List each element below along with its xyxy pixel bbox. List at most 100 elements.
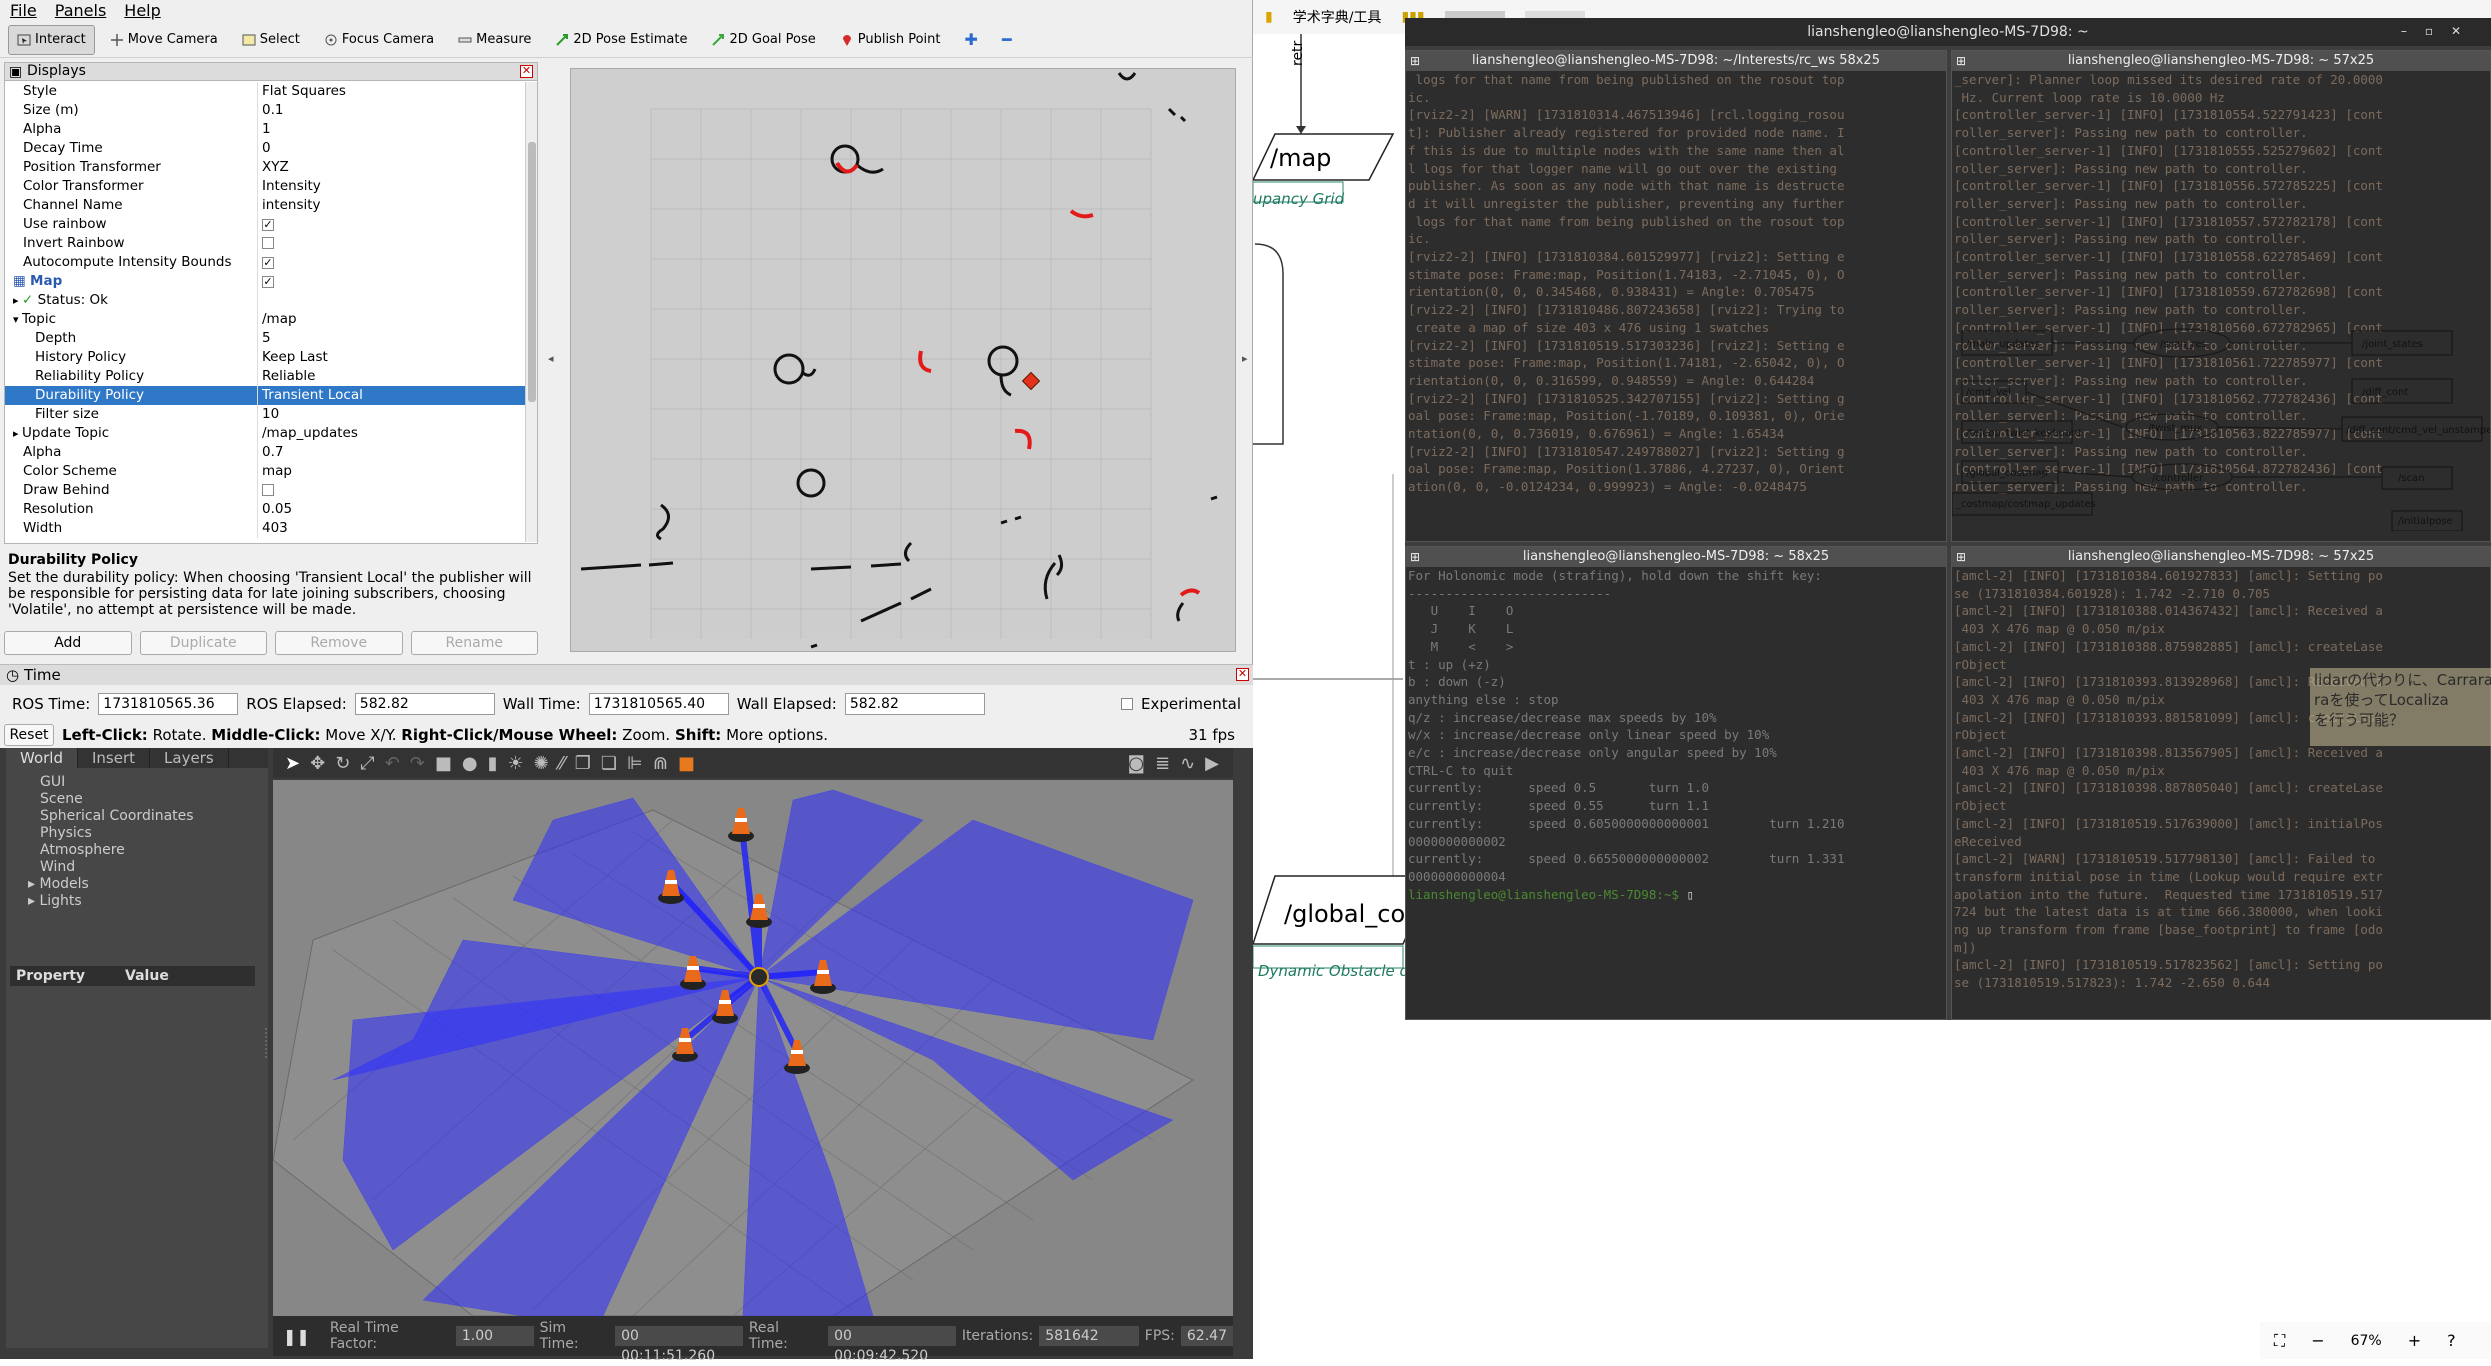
tool-interact[interactable]: Interact (8, 24, 95, 55)
fit-icon[interactable]: ⛶ (2274, 1331, 2285, 1351)
reset-button[interactable]: Reset (4, 724, 54, 746)
property-row[interactable]: Durability Policy Transient Local (5, 386, 525, 405)
wall-elapsed-field[interactable]: 582.82 (844, 693, 985, 715)
collapsed-arrow-icon[interactable]: ▸ (13, 427, 22, 440)
tool-focus-camera[interactable]: Focus Camera (315, 25, 443, 55)
menu-file[interactable]: File (10, 1, 37, 20)
tab-insert[interactable]: Insert (78, 748, 151, 768)
sun-icon[interactable]: ☀ (508, 753, 524, 774)
collapse-right-icon[interactable]: ▸ (1242, 352, 1248, 365)
property-row[interactable]: ▸ Update Topic/map_updates (5, 424, 525, 443)
property-checkbox[interactable]: ✓ (262, 219, 274, 231)
zoom-out-icon[interactable]: − (2311, 1331, 2324, 1350)
tab-world[interactable]: World (6, 748, 78, 768)
duplicate-button[interactable]: Duplicate (139, 631, 267, 655)
tree-item-spherical[interactable]: Spherical Coordinates (6, 808, 268, 825)
property-row[interactable]: Width 403 (5, 519, 525, 538)
shell-prompt[interactable]: lianshengleo@lianshengleo-MS-7D98:~$ ▯ (1406, 886, 1946, 904)
close-icon[interactable]: ✕ (520, 65, 533, 78)
light-icon[interactable]: ✺ (534, 753, 549, 774)
rename-button[interactable]: Rename (410, 631, 538, 655)
box-icon[interactable]: ■ (435, 753, 452, 774)
property-row[interactable]: Style Flat Squares (5, 82, 525, 101)
property-checkbox[interactable]: ✓ (262, 257, 274, 269)
select-arrow-icon[interactable]: ➤ (285, 753, 300, 774)
zoom-in-icon[interactable]: + (2408, 1331, 2421, 1350)
property-row[interactable]: Use rainbow ✓ (5, 215, 525, 234)
menu-help[interactable]: Help (124, 1, 160, 20)
align-icon[interactable]: ⊫ (627, 753, 643, 774)
rviz-3d-viewport[interactable] (570, 68, 1236, 652)
collapse-left-icon[interactable]: ◂ (548, 352, 554, 365)
property-row[interactable]: Position Transformer XYZ (5, 158, 525, 177)
tree-item-wind[interactable]: Wind (6, 859, 268, 876)
ros-time-field[interactable]: 1731810565.36 (98, 693, 239, 715)
add-tool-button[interactable]: ✚ (955, 25, 986, 55)
remove-button[interactable]: Remove (275, 631, 403, 655)
tool-publish-point[interactable]: Publish Point (831, 25, 950, 55)
sphere-icon[interactable]: ● (462, 753, 478, 774)
property-checkbox[interactable] (262, 237, 274, 249)
property-row[interactable]: Depth 5 (5, 329, 525, 348)
translate-icon[interactable]: ✥ (310, 753, 325, 774)
screenshot-icon[interactable]: ◙ (1128, 753, 1145, 774)
property-row[interactable]: Channel Name intensity (5, 196, 525, 215)
tree-item-lights[interactable]: ▸ Lights (6, 893, 268, 910)
tool-measure[interactable]: Measure (449, 25, 540, 55)
experimental-checkbox[interactable] (1120, 698, 1133, 710)
gazebo-3d-scene[interactable] (273, 780, 1233, 1316)
terminal-pane-teleop[interactable]: ⊞ lianshengleo@lianshengleo-MS-7D98: ~ 58… (1405, 546, 1947, 1020)
property-row[interactable]: ▸ ✓ Status: Ok (5, 291, 525, 310)
expanded-arrow-icon[interactable]: ▾ (13, 313, 22, 326)
window-controls[interactable]: –▫✕ (2401, 24, 2479, 38)
collapsed-arrow-icon[interactable]: ▸ (13, 294, 22, 307)
add-button[interactable]: Add (4, 631, 132, 655)
tool-move-camera[interactable]: Move Camera (101, 25, 227, 55)
property-row[interactable]: History Policy Keep Last (5, 348, 525, 367)
remove-tool-button[interactable]: ━ (993, 25, 1021, 55)
tree-item-gui[interactable]: GUI (6, 774, 268, 791)
log-icon[interactable]: ≣ (1155, 753, 1170, 774)
tree-item-scene[interactable]: Scene (6, 791, 268, 808)
displays-scrollbar[interactable] (525, 82, 537, 542)
property-row[interactable]: Decay Time 0 (5, 139, 525, 158)
property-row[interactable]: Invert Rainbow (5, 234, 525, 253)
property-row[interactable]: ▦ Map ✓ (5, 272, 525, 291)
expand-arrow-icon[interactable]: ▸ (28, 876, 39, 892)
wall-time-field[interactable]: 1731810565.40 (588, 693, 729, 715)
scale-icon[interactable]: ⤢ (360, 753, 374, 774)
paste-icon[interactable]: ❏ (601, 753, 617, 774)
tree-item-atmosphere[interactable]: Atmosphere (6, 842, 268, 859)
property-row[interactable]: Color Transformer Intensity (5, 177, 525, 196)
undo-icon[interactable]: ↶ (385, 753, 400, 774)
close-icon[interactable]: ✕ (1236, 668, 1249, 681)
orange-selection-icon[interactable]: ■ (678, 753, 695, 774)
property-row[interactable]: Alpha 1 (5, 120, 525, 139)
terminal-pane-rviz[interactable]: ⊞ lianshengleo@lianshengleo-MS-7D98: ~/In… (1405, 50, 1947, 542)
redo-icon[interactable]: ↷ (410, 753, 425, 774)
tool-select[interactable]: Select (233, 25, 309, 55)
property-row[interactable]: Resolution 0.05 (5, 500, 525, 519)
snap-icon[interactable]: ⋒ (653, 753, 668, 774)
cylinder-icon[interactable]: ▮ (488, 753, 498, 774)
tab-layers[interactable]: Layers (150, 748, 229, 768)
rotate-icon[interactable]: ↻ (335, 753, 350, 774)
expand-arrow-icon[interactable]: ▸ (28, 893, 39, 909)
pause-icon[interactable]: ❚❚ (283, 1327, 310, 1346)
splitter-handle[interactable] (265, 1028, 269, 1058)
property-row[interactable]: Alpha 0.7 (5, 443, 525, 462)
terminal-pane-controller[interactable]: ⊞ lianshengleo@lianshengleo-MS-7D98: ~ 57… (1951, 50, 2491, 542)
property-row[interactable]: Autocompute Intensity Bounds ✓ (5, 253, 525, 272)
directional-light-icon[interactable]: ⁄⁄ (559, 753, 565, 774)
record-video-icon[interactable]: ▶ (1205, 753, 1219, 774)
terminal-pane-amcl[interactable]: ⊞ lianshengleo@lianshengleo-MS-7D98: ~ 57… (1951, 546, 2491, 1020)
help-icon[interactable]: ? (2447, 1331, 2456, 1350)
ros-elapsed-field[interactable]: 582.82 (354, 693, 495, 715)
property-row[interactable]: Reliability Policy Reliable (5, 367, 525, 386)
tree-item-physics[interactable]: Physics (6, 825, 268, 842)
tool-2d-pose-estimate[interactable]: 2D Pose Estimate (546, 25, 696, 55)
tool-2d-goal-pose[interactable]: 2D Goal Pose (702, 25, 824, 55)
plot-icon[interactable]: ∿ (1180, 753, 1195, 774)
menu-panels[interactable]: Panels (55, 1, 107, 20)
copy-icon[interactable]: ❐ (575, 753, 591, 774)
